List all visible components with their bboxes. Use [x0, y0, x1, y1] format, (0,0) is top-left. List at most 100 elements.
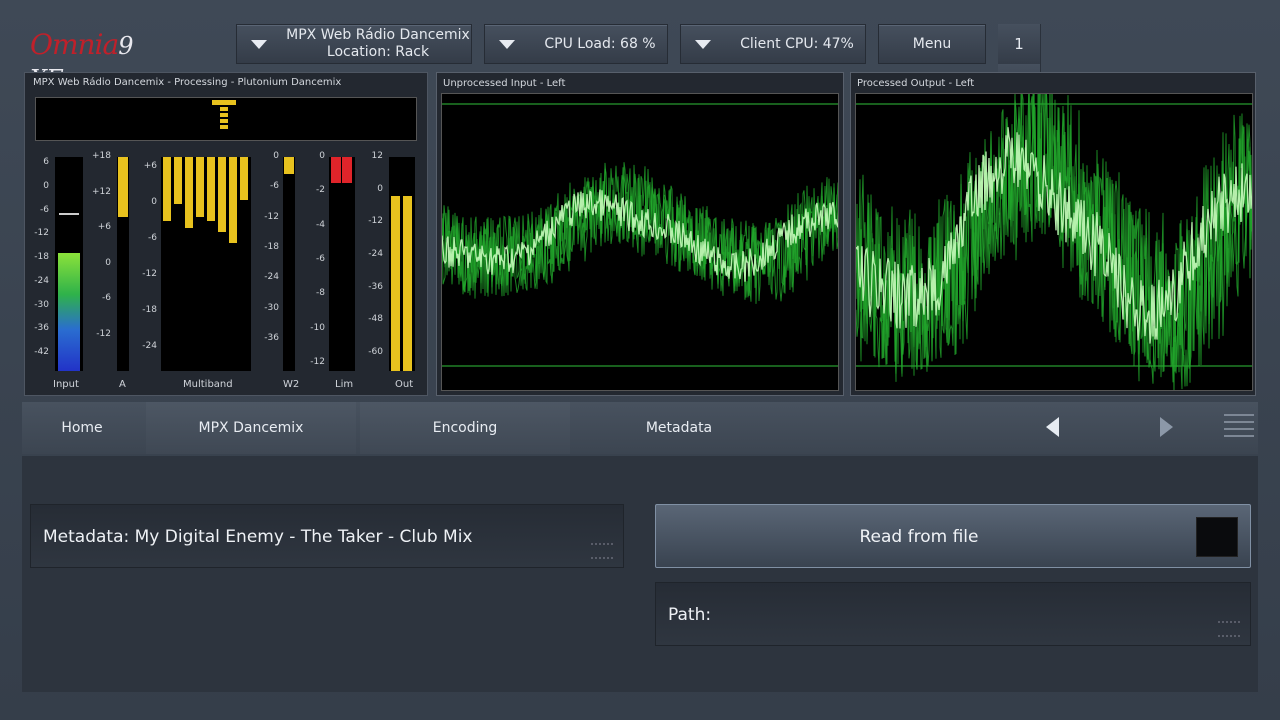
cpu-load-selector[interactable]: CPU Load: 68 % — [484, 24, 668, 64]
page-selector: 123456 — [998, 24, 1256, 264]
meter-scale-tick: 0 — [377, 183, 383, 194]
meter-scale-tick: -12 — [142, 269, 157, 279]
resize-grip-icon — [591, 543, 613, 559]
unprocessed-scope-title: Unprocessed Input - Left — [443, 78, 566, 89]
metadata-field[interactable]: Metadata: My Digital Enemy - The Taker -… — [30, 504, 624, 568]
gain-reduction-indicator — [212, 100, 236, 136]
input-meter-fill — [58, 253, 80, 371]
meter-scale-tick: -24 — [34, 275, 49, 286]
out-label: Out — [395, 379, 414, 390]
preset-selector[interactable]: MPX Web Rádio Dancemix Location: Rack — [236, 24, 472, 64]
multiband-band-fill — [218, 157, 226, 232]
output-meter-fill — [391, 196, 400, 371]
meter-scale-tick: -6 — [102, 293, 111, 304]
top-gain-reduction-meter — [35, 97, 417, 141]
nav-next-icon[interactable] — [1160, 417, 1173, 437]
preset-location: Location: Rack — [326, 44, 430, 60]
omnia-logo: Omnia9 XE — [30, 28, 133, 93]
meter-scale-tick: +6 — [143, 161, 157, 171]
meter-scale-tick: +6 — [97, 222, 111, 233]
lim-label: Lim — [335, 379, 354, 390]
meter-scale-tick: -18 — [142, 305, 157, 315]
meter-scale-tick: 0 — [273, 151, 279, 161]
nav-home[interactable]: Home — [22, 402, 142, 454]
meter-scale-tick: -6 — [40, 204, 49, 215]
meter-scale-tick: -24 — [264, 272, 279, 283]
meter-scale-tick: -30 — [264, 302, 279, 313]
meter-scale-tick: 0 — [105, 257, 111, 268]
meter-scale-tick: -24 — [368, 249, 383, 259]
w2-meter — [283, 157, 295, 371]
meter-scale-tick: 0 — [43, 180, 49, 191]
meter-scale-tick: -12 — [368, 216, 383, 227]
meters-area: 6 0 -6 -12 -18 -24 -30 -36 -42 Input +18 +12 +6 0 -6 -1… — [25, 151, 429, 393]
w2-label: W2 — [283, 379, 300, 390]
meter-scale-tick: -6 — [316, 254, 325, 264]
path-label: Path: — [668, 605, 712, 625]
meter-scale-tick: -36 — [34, 323, 49, 334]
w2-meter-fill — [284, 157, 294, 174]
processed-scope-panel: Processed Output - Left — [850, 72, 1256, 396]
read-from-file-label: Read from file — [859, 527, 979, 547]
multiband-band-fill — [240, 157, 248, 200]
preset-name: MPX Web Rádio Dancemix — [286, 27, 470, 43]
meter-scale-tick: -36 — [264, 333, 279, 343]
nav-metadata[interactable]: Metadata — [574, 402, 784, 454]
multiband-band-fill — [163, 157, 171, 221]
cpu-load-text: CPU Load: 68 % — [544, 35, 656, 52]
resize-grip-icon — [1218, 621, 1240, 637]
output-meter-fill — [403, 196, 412, 371]
meter-scale-tick: -4 — [316, 219, 325, 230]
agc-label: A — [119, 379, 126, 390]
meter-scale-tick: -6 — [270, 181, 279, 192]
unprocessed-scope-panel: Unprocessed Input - Left — [436, 72, 844, 396]
input-label: Input — [53, 379, 79, 390]
meter-scale-tick: -60 — [368, 347, 383, 357]
meter-scale-tick: -36 — [368, 281, 383, 292]
read-from-file-checkbox[interactable] — [1196, 517, 1238, 557]
metadata-value: Metadata: My Digital Enemy - The Taker -… — [43, 527, 473, 547]
meter-scale-tick: -30 — [34, 299, 49, 310]
multiband-band-fill — [196, 157, 204, 217]
limiter-meter-fill — [342, 157, 352, 183]
limiter-meter — [329, 157, 355, 371]
dropdown-arrow-icon — [251, 39, 267, 49]
agc-meter-fill — [118, 157, 128, 217]
multiband-band-fill — [185, 157, 193, 228]
meter-scale-tick: -8 — [316, 288, 325, 299]
processing-meters-panel: MPX Web Rádio Dancemix - Processing - Pl… — [24, 72, 428, 396]
meter-scale-tick: -24 — [142, 341, 157, 351]
menu-button[interactable]: Menu — [878, 24, 986, 64]
path-field[interactable]: Path: — [655, 582, 1251, 646]
meter-scale-tick: +18 — [92, 151, 111, 161]
meter-scale-tick: 6 — [43, 157, 49, 167]
meter-scale-tick: -6 — [148, 233, 157, 243]
nav-prev-icon[interactable] — [1046, 417, 1059, 437]
meter-scale-tick: -42 — [34, 347, 49, 357]
multiband-label: Multiband — [183, 379, 233, 390]
client-cpu-selector[interactable]: Client CPU: 47% — [680, 24, 866, 64]
meter-scale-tick: 12 — [371, 151, 383, 161]
meter-scale-tick: +12 — [92, 186, 111, 197]
meter-scale-tick: -12 — [34, 228, 49, 239]
meter-scale-tick: -18 — [34, 252, 49, 262]
meter-scale-tick: -18 — [264, 242, 279, 252]
dropdown-arrow-icon — [499, 39, 515, 49]
nav-mpx-dancemix[interactable]: MPX Dancemix — [146, 402, 356, 454]
client-cpu-text: Client CPU: 47% — [740, 35, 854, 52]
metadata-page — [22, 456, 1258, 692]
nav-encoding[interactable]: Encoding — [360, 402, 570, 454]
read-from-file-button[interactable]: Read from file — [655, 504, 1251, 568]
processed-scope-title: Processed Output - Left — [857, 78, 975, 89]
dropdown-arrow-icon — [695, 39, 711, 49]
meter-scale-tick: 0 — [319, 151, 325, 161]
meters-panel-title: MPX Web Rádio Dancemix - Processing - Pl… — [33, 77, 342, 88]
grip-icon[interactable] — [1224, 412, 1254, 442]
multiband-band-fill — [229, 157, 237, 243]
omnia-app-window: Omnia9 XE MPX Web Rádio DancemixLocation… — [0, 0, 1280, 720]
processed-waveform — [855, 93, 1253, 391]
page-button-1[interactable]: 1 — [998, 24, 1041, 64]
multiband-band-fill — [207, 157, 215, 221]
meter-scale-tick: 0 — [151, 197, 157, 207]
unprocessed-waveform — [441, 93, 839, 391]
